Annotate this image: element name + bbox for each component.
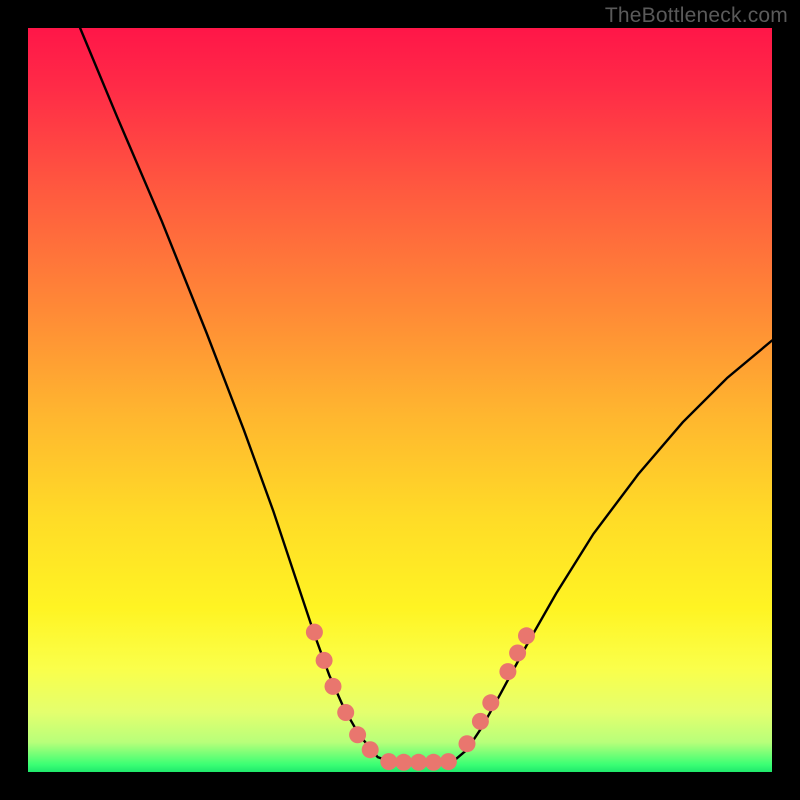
chart-frame: TheBottleneck.com (0, 0, 800, 800)
plot-area (28, 28, 772, 772)
curve-path (80, 28, 772, 763)
bottleneck-curve (80, 28, 772, 763)
watermark-label: TheBottleneck.com (605, 4, 788, 28)
marker-dot (459, 735, 476, 752)
marker-dot (337, 704, 354, 721)
marker-dot (395, 754, 412, 771)
marker-dot (410, 754, 427, 771)
marker-dot (518, 627, 535, 644)
marker-dot (306, 624, 323, 641)
marker-dot (325, 678, 342, 695)
marker-dot (472, 713, 489, 730)
marker-dot (316, 652, 333, 669)
marker-dot (349, 726, 366, 743)
curve-layer (28, 28, 772, 772)
marker-dot (509, 645, 526, 662)
marker-dot (440, 753, 457, 770)
marker-dot (380, 753, 397, 770)
marker-dot (425, 754, 442, 771)
marker-dot (482, 694, 499, 711)
marker-dot (499, 663, 516, 680)
marker-dot (362, 741, 379, 758)
